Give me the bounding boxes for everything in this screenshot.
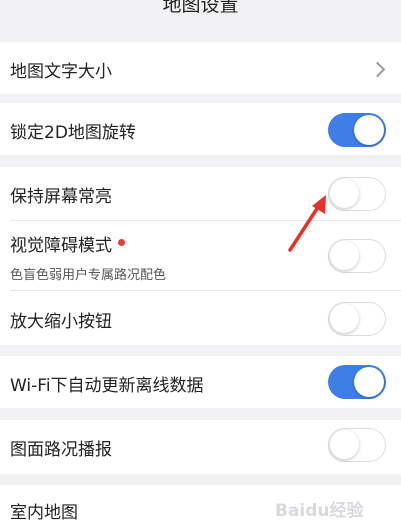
toggle-knob <box>354 115 384 145</box>
toggle-knob <box>330 304 359 333</box>
setting-label: 锁定2D地图旋转 <box>10 123 136 143</box>
toggle-knob <box>330 430 359 459</box>
setting-label: Wi-Fi下自动更新离线数据 <box>10 376 204 396</box>
new-badge-dot <box>118 238 125 246</box>
setting-label: 图面路况播报 <box>10 440 112 460</box>
annotation-arrow-icon <box>288 195 326 252</box>
header: 地图设置 <box>0 0 401 22</box>
page-title: 地图设置 <box>162 0 239 16</box>
visual-mode-label: 视觉障碍模式 <box>10 236 112 256</box>
screen-on-toggle[interactable] <box>328 177 386 211</box>
setting-row-screen-on: 保持屏幕常亮 <box>0 167 401 221</box>
setting-label: 保持屏幕常亮 <box>10 187 112 207</box>
chevron-right-icon <box>369 61 386 78</box>
traffic-broadcast-toggle[interactable] <box>328 428 386 462</box>
lock-2d-toggle[interactable] <box>328 113 386 147</box>
watermark-logo: Baidu经验 <box>275 501 364 521</box>
setting-label: 室内地图 <box>10 503 78 523</box>
setting-row-text-size[interactable]: 地图文字大小 <box>0 42 401 94</box>
setting-row-visual-mode: 视觉障碍模式 色盲色弱用户专属路况配色 <box>0 221 401 291</box>
setting-sublabel: 色盲色弱用户专属路况配色 <box>10 268 167 283</box>
toggle-knob <box>330 179 359 208</box>
setting-label: 视觉障碍模式 <box>10 231 125 256</box>
wifi-update-toggle[interactable] <box>328 365 386 399</box>
setting-row-lock-2d: 锁定2D地图旋转 <box>0 103 401 155</box>
setting-label: 放大缩小按钮 <box>10 312 112 332</box>
visual-mode-toggle[interactable] <box>328 239 386 273</box>
setting-row-traffic-broadcast: 图面路况播报 <box>0 420 401 474</box>
toggle-knob <box>330 241 359 270</box>
setting-row-zoom-buttons: 放大缩小按钮 <box>0 291 401 345</box>
zoom-buttons-toggle[interactable] <box>328 302 386 336</box>
setting-label: 地图文字大小 <box>10 62 112 82</box>
setting-row-wifi-update: Wi-Fi下自动更新离线数据 <box>0 356 401 408</box>
toggle-knob <box>354 367 384 397</box>
